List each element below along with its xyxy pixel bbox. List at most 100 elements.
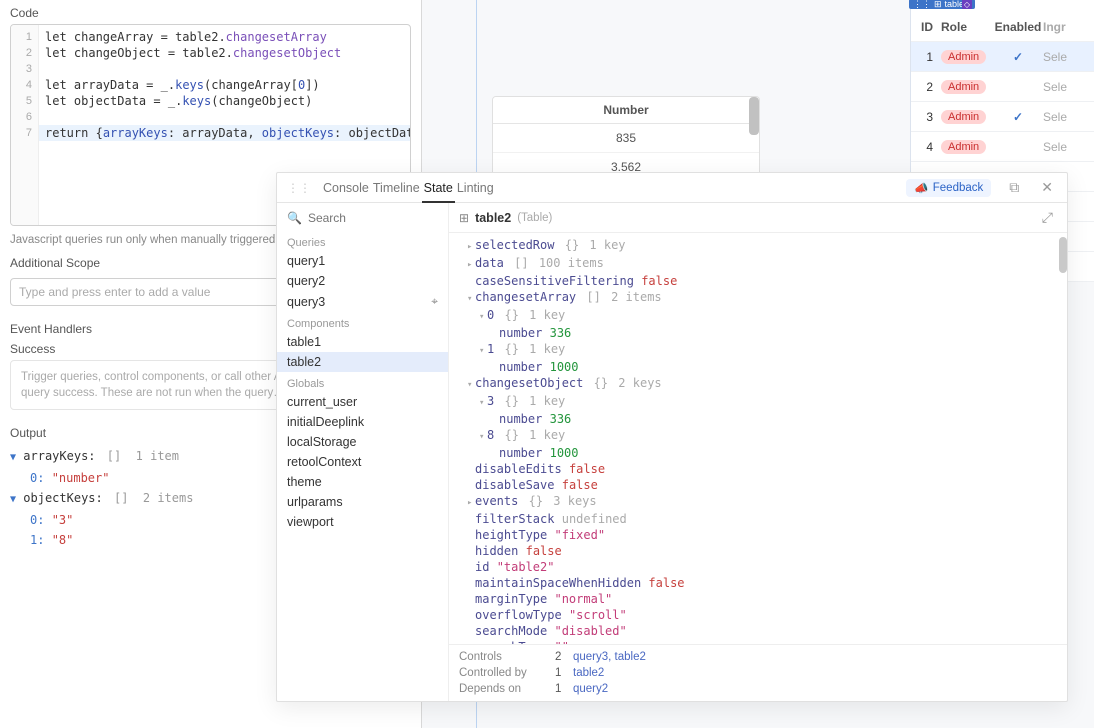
sidebar-item-table1[interactable]: table1 (277, 332, 448, 352)
scrollbar[interactable] (1059, 237, 1067, 273)
state-prop-row[interactable]: disableEdits false (459, 461, 1063, 477)
sidebar-item-query1[interactable]: query1 (277, 251, 448, 271)
state-prop-row[interactable]: overflowType "scroll" (459, 607, 1063, 623)
code-line[interactable]: let changeObject = table2.changesetObjec… (45, 45, 402, 61)
col-role[interactable]: Role (939, 20, 993, 34)
code-line[interactable]: let changeArray = table2.changesetArray (45, 29, 402, 45)
state-prop-row[interactable]: ▸events {} 3 keys (459, 493, 1063, 511)
state-prop-row[interactable]: searchMode "disabled" (459, 623, 1063, 639)
table-row[interactable]: 3 Admin ✓ Sele (911, 102, 1094, 132)
state-prop-row[interactable]: ▾0 {} 1 key (459, 307, 1063, 325)
devtool-tabs: ⋮⋮ ConsoleTimelineStateLinting 📣 Feedbac… (277, 173, 1067, 203)
state-prop-row[interactable]: caseSensitiveFiltering false (459, 273, 1063, 289)
check-icon: ✓ (1013, 50, 1023, 64)
table-row[interactable]: 4 Admin Sele (911, 132, 1094, 162)
state-prop-row[interactable]: ▸data [] 100 items (459, 255, 1063, 273)
code-line[interactable]: return {arrayKeys: arrayData, objectKeys… (11, 125, 410, 141)
sidebar-item-viewport[interactable]: viewport (277, 512, 448, 532)
col-ingr[interactable]: Ingr (1043, 20, 1094, 34)
state-prop-row[interactable]: searchTerm "" (459, 639, 1063, 644)
mini-table-cell[interactable]: 835 (493, 124, 759, 153)
state-prop-row[interactable]: number 1000 (459, 359, 1063, 375)
state-prop-row[interactable]: hidden false (459, 543, 1063, 559)
copy-icon[interactable]: ⧉ (1005, 179, 1023, 196)
search-icon: 🔍 (287, 211, 302, 225)
devtool-panel: ⋮⋮ ConsoleTimelineStateLinting 📣 Feedbac… (276, 172, 1068, 702)
devtool-search[interactable]: 🔍 (277, 209, 448, 231)
code-label: Code (0, 0, 421, 24)
drag-handle-icon[interactable]: ⋮⋮ (913, 0, 931, 10)
sidebar-item-table2[interactable]: table2 (277, 352, 448, 372)
scrollbar[interactable] (749, 97, 759, 135)
table1-header: ID Role Enabled Ingr (911, 12, 1094, 42)
line-number: 7 (11, 125, 38, 141)
mini-table-header[interactable]: Number (493, 97, 759, 124)
additional-scope-placeholder: Type and press enter to add a value (19, 285, 210, 299)
sidebar-item-initialDeeplink[interactable]: initialDeeplink (277, 412, 448, 432)
state-prop-row[interactable]: marginType "normal" (459, 591, 1063, 607)
state-prop-row[interactable]: number 1000 (459, 445, 1063, 461)
code-line[interactable] (45, 61, 402, 77)
state-prop-row[interactable]: ▾1 {} 1 key (459, 341, 1063, 359)
sidebar-item-query2[interactable]: query2 (277, 271, 448, 291)
code-line[interactable] (45, 109, 402, 125)
col-enabled[interactable]: Enabled (993, 20, 1043, 34)
footer-link[interactable]: query3, table2 (573, 651, 646, 663)
footer-link[interactable]: query2 (573, 683, 608, 695)
search-input[interactable] (308, 211, 438, 225)
role-pill: Admin (941, 110, 986, 124)
line-number: 4 (11, 77, 38, 93)
table-row[interactable]: 2 Admin Sele (911, 72, 1094, 102)
state-prop-row[interactable]: ▸selectedRow {} 1 key (459, 237, 1063, 255)
state-prop-row[interactable]: filterStack undefined (459, 511, 1063, 527)
state-prop-row[interactable]: ▾8 {} 1 key (459, 427, 1063, 445)
sidebar-group-label: Globals (277, 372, 448, 392)
footer-row: Controlled by1table2 (459, 667, 1057, 679)
state-prop-row[interactable]: number 336 (459, 411, 1063, 427)
role-pill: Admin (941, 140, 986, 154)
table-icon: ⊞ (934, 0, 942, 10)
sidebar-group-label: Queries (277, 231, 448, 251)
feedback-label: Feedback (933, 182, 984, 194)
sidebar-item-current_user[interactable]: current_user (277, 392, 448, 412)
sidebar-item-retoolContext[interactable]: retoolContext (277, 452, 448, 472)
footer-row: Controls2query3, table2 (459, 651, 1057, 663)
sidebar-item-urlparams[interactable]: urlparams (277, 492, 448, 512)
state-inspector[interactable]: ▸selectedRow {} 1 key▸data [] 100 items … (449, 233, 1067, 644)
state-prop-row[interactable]: id "table2" (459, 559, 1063, 575)
table-row[interactable]: 1 Admin ✓ Sele (911, 42, 1094, 72)
devtool-footer: Controls2query3, table2 Controlled by1tab… (449, 644, 1067, 701)
target-icon[interactable]: ⌖ (431, 294, 438, 309)
sidebar-item-theme[interactable]: theme (277, 472, 448, 492)
state-prop-row[interactable]: ▾changesetObject {} 2 keys (459, 375, 1063, 393)
role-pill: Admin (941, 50, 986, 64)
state-prop-row[interactable]: number 336 (459, 325, 1063, 341)
sidebar-item-localStorage[interactable]: localStorage (277, 432, 448, 452)
tab-state[interactable]: State (422, 175, 455, 203)
state-prop-row[interactable]: maintainSpaceWhenHidden false (459, 575, 1063, 591)
line-number: 6 (11, 109, 38, 125)
mini-table[interactable]: Number 8353.562 (492, 96, 760, 183)
state-prop-row[interactable]: heightType "fixed" (459, 527, 1063, 543)
sidebar-item-query3[interactable]: query3⌖ (277, 291, 448, 312)
close-icon[interactable]: ✕ (1037, 179, 1057, 196)
code-line[interactable]: let objectData = _.keys(changeObject) (45, 93, 402, 109)
table-icon: ⊞ (459, 211, 469, 225)
state-prop-row[interactable]: disableSave false (459, 477, 1063, 493)
feedback-button[interactable]: 📣 Feedback (906, 179, 991, 197)
line-number: 1 (11, 29, 38, 45)
devtool-main: ⊞ table2 (Table) ⤢ ▸selectedRow {} 1 key… (449, 203, 1067, 701)
drag-handle-icon[interactable]: ⋮⋮ (287, 181, 311, 195)
diamond-icon[interactable]: ◇ (962, 0, 972, 9)
col-id[interactable]: ID (911, 20, 939, 34)
state-prop-row[interactable]: ▾changesetArray [] 2 items (459, 289, 1063, 307)
tab-console[interactable]: Console (321, 175, 371, 201)
inspected-type: (Table) (517, 212, 552, 224)
tab-linting[interactable]: Linting (455, 175, 496, 201)
footer-link[interactable]: table2 (573, 667, 604, 679)
tab-timeline[interactable]: Timeline (371, 175, 422, 201)
role-pill: Admin (941, 80, 986, 94)
state-prop-row[interactable]: ▾3 {} 1 key (459, 393, 1063, 411)
expand-icon[interactable]: ⤢ (1038, 209, 1057, 226)
code-line[interactable]: let arrayData = _.keys(changeArray[0]) (45, 77, 402, 93)
